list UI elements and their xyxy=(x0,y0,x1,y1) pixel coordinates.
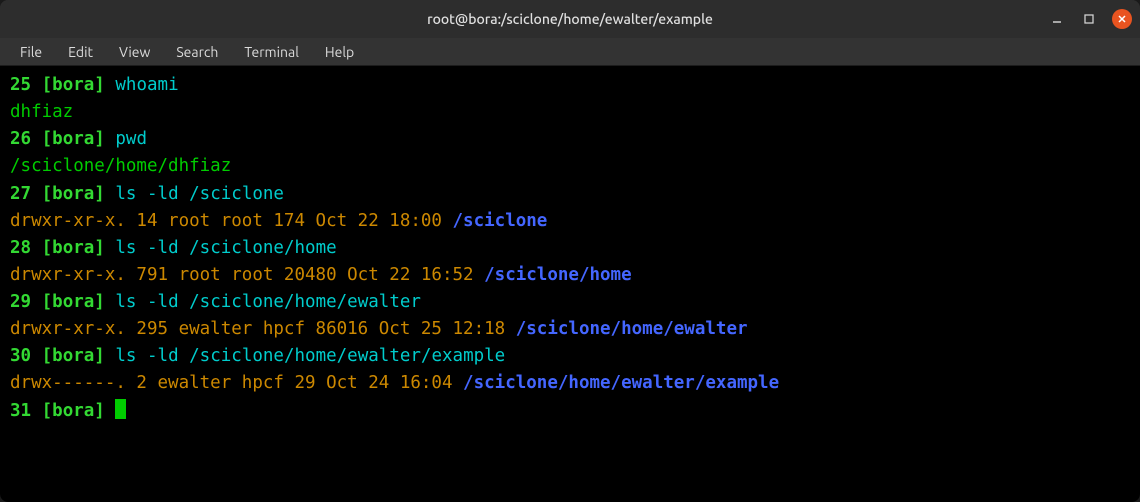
prompt-number: 31 xyxy=(10,401,31,421)
maximize-button[interactable] xyxy=(1080,10,1098,28)
ls-path: /sciclone/home xyxy=(484,265,632,285)
terminal-line: 30 [bora] ls -ld /sciclone/home/ewalter/… xyxy=(10,343,1130,370)
cursor xyxy=(115,399,126,419)
close-button[interactable] xyxy=(1112,9,1132,29)
ls-path: /sciclone/home/ewalter/example xyxy=(463,373,779,393)
prompt-number: 30 xyxy=(10,346,31,366)
command-text: ls -ld /sciclone/home xyxy=(115,238,336,258)
menubar: File Edit View Search Terminal Help xyxy=(0,38,1140,66)
menu-view[interactable]: View xyxy=(109,42,160,62)
terminal-line: 25 [bora] whoami xyxy=(10,72,1130,99)
maximize-icon xyxy=(1083,13,1095,25)
ls-attributes: drwxr-xr-x. 791 root root 20480 Oct 22 1… xyxy=(10,265,484,285)
menu-file[interactable]: File xyxy=(10,42,52,62)
prompt-number: 29 xyxy=(10,292,31,312)
terminal-line: 27 [bora] ls -ld /sciclone xyxy=(10,181,1130,208)
ls-attributes: drwx------. 2 ewalter hpcf 29 Oct 24 16:… xyxy=(10,373,463,393)
prompt-host: [bora] xyxy=(42,75,105,95)
window-title: root@bora:/sciclone/home/ewalter/example xyxy=(427,11,713,27)
prompt-host: [bora] xyxy=(42,129,105,149)
terminal-line: drwxr-xr-x. 791 root root 20480 Oct 22 1… xyxy=(10,262,1130,289)
terminal-line: 29 [bora] ls -ld /sciclone/home/ewalter xyxy=(10,289,1130,316)
prompt-number: 26 xyxy=(10,129,31,149)
prompt-host: [bora] xyxy=(42,401,105,421)
prompt-number: 25 xyxy=(10,75,31,95)
menu-help[interactable]: Help xyxy=(315,42,364,62)
terminal-line: 31 [bora] xyxy=(10,398,1130,425)
minimize-icon xyxy=(1051,13,1063,25)
minimize-button[interactable] xyxy=(1048,10,1066,28)
prompt-host: [bora] xyxy=(42,346,105,366)
output-text: dhfiaz xyxy=(10,102,73,122)
ls-path: /sciclone xyxy=(453,211,548,231)
prompt-host: [bora] xyxy=(42,292,105,312)
terminal-line: drwx------. 2 ewalter hpcf 29 Oct 24 16:… xyxy=(10,370,1130,397)
ls-attributes: drwxr-xr-x. 295 ewalter hpcf 86016 Oct 2… xyxy=(10,319,516,339)
command-text: whoami xyxy=(115,75,178,95)
prompt-number: 28 xyxy=(10,238,31,258)
terminal-line: 26 [bora] pwd xyxy=(10,126,1130,153)
output-text: /sciclone/home/dhfiaz xyxy=(10,156,231,176)
terminal-line: 28 [bora] ls -ld /sciclone/home xyxy=(10,235,1130,262)
window-controls xyxy=(1048,9,1132,29)
prompt-number: 27 xyxy=(10,184,31,204)
menu-terminal[interactable]: Terminal xyxy=(234,42,309,62)
close-icon xyxy=(1117,14,1127,24)
command-text: ls -ld /sciclone/home/ewalter/example xyxy=(115,346,505,366)
terminal-body[interactable]: 25 [bora] whoami dhfiaz 26 [bora] pwd/scic… xyxy=(0,66,1140,502)
command-text: ls -ld /sciclone/home/ewalter xyxy=(115,292,421,312)
command-text: ls -ld /sciclone xyxy=(115,184,284,204)
terminal-line: drwxr-xr-x. 14 root root 174 Oct 22 18:0… xyxy=(10,208,1130,235)
ls-attributes: drwxr-xr-x. 14 root root 174 Oct 22 18:0… xyxy=(10,211,453,231)
prompt-host: [bora] xyxy=(42,184,105,204)
menu-edit[interactable]: Edit xyxy=(58,42,103,62)
terminal-line: drwxr-xr-x. 295 ewalter hpcf 86016 Oct 2… xyxy=(10,316,1130,343)
terminal-line: /sciclone/home/dhfiaz xyxy=(10,153,1130,180)
ls-path: /sciclone/home/ewalter xyxy=(516,319,748,339)
titlebar: root@bora:/sciclone/home/ewalter/example xyxy=(0,0,1140,38)
menu-search[interactable]: Search xyxy=(166,42,228,62)
prompt-host: [bora] xyxy=(42,238,105,258)
terminal-line: dhfiaz xyxy=(10,99,1130,126)
terminal-window: root@bora:/sciclone/home/ewalter/example… xyxy=(0,0,1140,502)
command-text: pwd xyxy=(115,129,147,149)
